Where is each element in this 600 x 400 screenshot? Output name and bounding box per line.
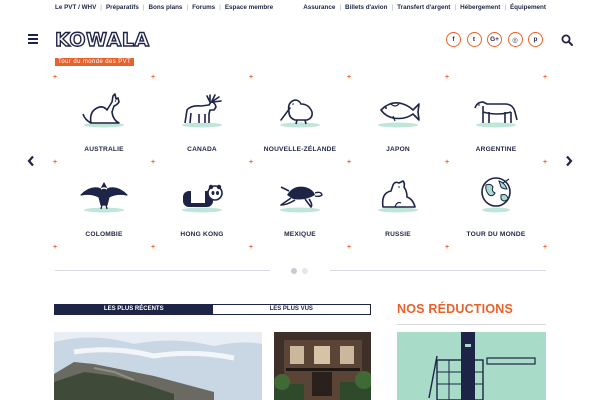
destination-label: CANADA xyxy=(187,146,217,153)
destination-label: MEXIQUE xyxy=(284,231,316,238)
separator: | xyxy=(391,4,394,11)
koi-fish-icon xyxy=(378,102,420,128)
pager-divider xyxy=(55,270,270,271)
topnav-link-equipement[interactable]: Équipement xyxy=(510,4,546,11)
destination-australie[interactable]: AUSTRALIE xyxy=(55,78,153,163)
destination-label: JAPON xyxy=(386,146,410,153)
top-utility-bar: Le PVT / WHV | Préparatifs | Bons plans … xyxy=(0,0,600,16)
separator: | xyxy=(219,4,221,11)
moose-icon xyxy=(182,94,222,128)
destination-label: ARGENTINE xyxy=(475,146,517,153)
topnav-link-preparatifs[interactable]: Préparatifs xyxy=(106,4,139,11)
pager-dot[interactable] xyxy=(302,268,308,274)
chevron-right-icon[interactable] xyxy=(564,155,574,167)
top-nav-left: Le PVT / WHV | Préparatifs | Bons plans … xyxy=(55,4,273,11)
social-links: f t G+ ◎ p xyxy=(446,32,549,47)
chevron-left-icon[interactable] xyxy=(26,155,36,167)
separator: | xyxy=(100,4,102,11)
topnav-link-transfert[interactable]: Transfert d'argent xyxy=(397,4,450,11)
separator: | xyxy=(186,4,189,11)
topnav-link-bons-plans[interactable]: Bons plans xyxy=(148,4,182,11)
logo-wordmark: KOWALA xyxy=(54,29,150,51)
condor-icon xyxy=(80,182,128,213)
article-thumbnail-mountain[interactable] xyxy=(54,332,262,400)
destination-label: AUSTRALIE xyxy=(84,146,124,153)
topnav-link-hebergement[interactable]: Hébergement xyxy=(460,4,500,11)
destination-label: TOUR DU MONDE xyxy=(466,231,526,238)
topnav-link-pvt[interactable]: Le PVT / WHV xyxy=(55,4,96,11)
twitter-icon[interactable]: t xyxy=(466,32,482,47)
pinterest-icon[interactable]: p xyxy=(528,32,543,47)
kiwi-bird-icon xyxy=(280,99,320,128)
reductions-heading: NOS RÉDUCTIONS xyxy=(397,302,514,316)
topnav-link-espace-membre[interactable]: Espace membre xyxy=(225,4,273,11)
separator: | xyxy=(142,4,145,11)
facebook-icon[interactable]: f xyxy=(446,32,461,47)
topnav-link-billets[interactable]: Billets d'avion xyxy=(345,4,387,11)
destination-nouvelle-zelande[interactable]: NOUVELLE-ZÉLANDE xyxy=(251,78,349,163)
pager-divider xyxy=(330,270,546,271)
reductions-divider xyxy=(397,324,546,325)
logo-tagline: Tour du monde des PVT xyxy=(55,58,135,66)
tab-plus-vus[interactable]: LES PLUS VUS xyxy=(212,305,370,314)
destination-label: COLOMBIE xyxy=(85,231,123,238)
mountain-landscape-image xyxy=(54,332,262,400)
separator: | xyxy=(339,4,342,11)
pager-dot-active[interactable] xyxy=(291,268,297,274)
separator: | xyxy=(504,4,506,11)
tab-recents[interactable]: LES PLUS RÉCENTS xyxy=(55,305,213,314)
destination-japon[interactable]: JAPON xyxy=(349,78,447,163)
house-facade-image xyxy=(274,332,371,400)
kangaroo-icon xyxy=(82,93,124,128)
top-nav-right: Assurance | Billets d'avion | Transfert … xyxy=(303,4,546,11)
reduction-promo-image xyxy=(397,332,546,400)
article-tabs: LES PLUS RÉCENTS LES PLUS VUS xyxy=(54,304,371,315)
topnav-link-forums[interactable]: Forums xyxy=(192,4,215,11)
site-logo[interactable]: KOWALA Tour du monde des PVT xyxy=(54,29,155,66)
destination-tour-du-monde[interactable]: TOUR DU MONDE xyxy=(447,163,545,248)
instagram-icon[interactable]: ◎ xyxy=(507,32,523,47)
bear-icon xyxy=(378,180,418,213)
topnav-link-assurance[interactable]: Assurance xyxy=(303,4,335,11)
site-header: KOWALA Tour du monde des PVT f t G+ ◎ p xyxy=(0,26,600,66)
search-icon[interactable] xyxy=(561,34,573,46)
destination-hong-kong[interactable]: HONG KONG xyxy=(153,163,251,248)
globe-icon xyxy=(481,177,511,213)
destination-label: HONG KONG xyxy=(180,231,224,238)
destination-canada[interactable]: CANADA xyxy=(153,78,251,163)
destination-mexique[interactable]: MEXIQUE xyxy=(251,163,349,248)
destination-russie[interactable]: RUSSIE xyxy=(349,163,447,248)
destination-argentine[interactable]: ARGENTINE xyxy=(447,78,545,163)
destination-grid: + + + + + + + + + + + + + + + + + + AUST… xyxy=(53,74,547,251)
reduction-thumbnail[interactable] xyxy=(397,332,546,400)
puma-icon xyxy=(474,101,518,128)
sea-turtle-icon xyxy=(280,186,323,213)
destination-colombie[interactable]: COLOMBIE xyxy=(55,163,153,248)
hamburger-menu-icon[interactable] xyxy=(28,34,38,44)
destination-label: NOUVELLE-ZÉLANDE xyxy=(263,146,337,153)
destination-label: RUSSIE xyxy=(385,231,411,238)
panda-icon xyxy=(182,184,223,213)
separator: | xyxy=(454,4,457,11)
google-plus-icon[interactable]: G+ xyxy=(487,32,502,47)
article-thumbnail-house[interactable] xyxy=(274,332,371,400)
